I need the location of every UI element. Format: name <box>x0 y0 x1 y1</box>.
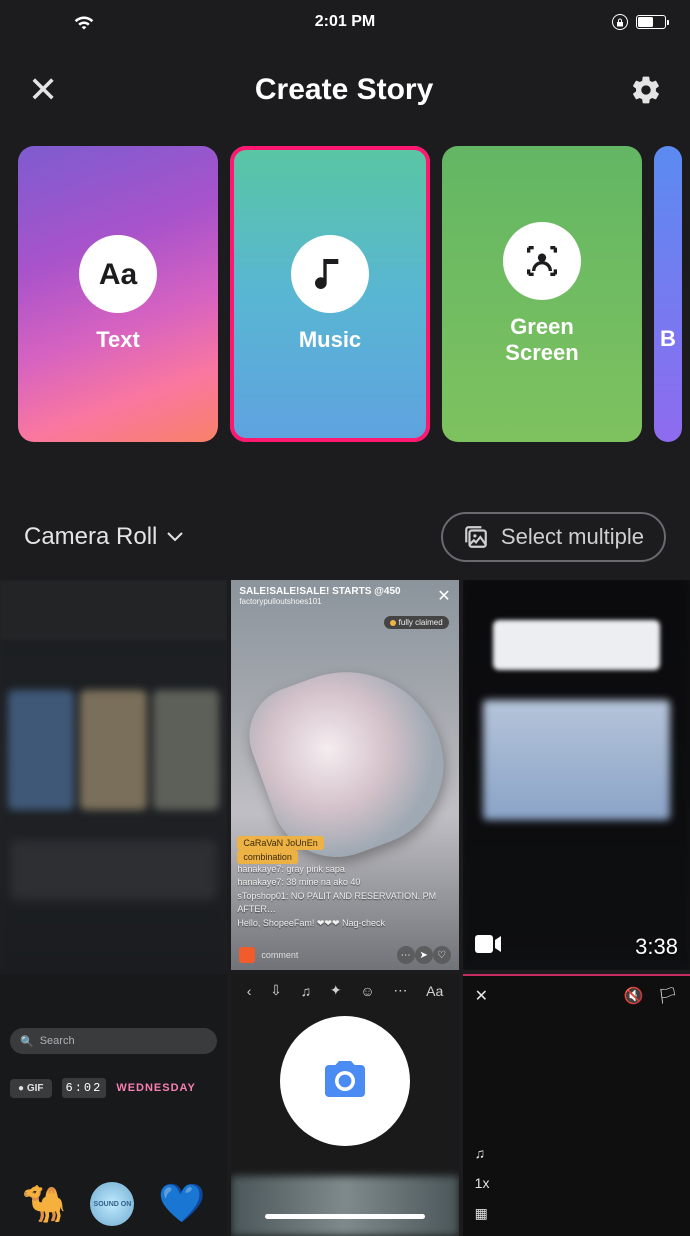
card-label: Music <box>299 327 361 353</box>
media-thumb[interactable]: 🔍Search ● GIF 6:02 WEDNESDAY 🐪 SOUND ON … <box>0 974 227 1236</box>
close-icon[interactable]: ✕ <box>28 72 58 108</box>
more-icon: ⋯ <box>393 982 407 999</box>
music-icon: ♫ <box>475 1145 490 1161</box>
select-multiple-label: Select multiple <box>501 524 644 550</box>
flag-icon: 🏳 <box>658 986 678 1006</box>
settings-icon[interactable] <box>630 74 662 106</box>
camera-icon <box>321 1057 369 1105</box>
card-label: Text <box>96 327 140 353</box>
music-icon <box>291 235 369 313</box>
volume-off-icon: 🔇 <box>624 986 644 1006</box>
card-music[interactable]: Music <box>230 146 430 442</box>
select-multiple-button[interactable]: Select multiple <box>441 512 666 562</box>
green-screen-icon <box>503 222 581 300</box>
text-icon: Aa <box>79 235 157 313</box>
media-thumb[interactable]: SALE!SALE!SALE! STARTS @450 factorypullo… <box>231 580 458 970</box>
page-title: Create Story <box>255 73 433 107</box>
close-icon: ✕ <box>475 986 488 1006</box>
download-icon: ⇩ <box>270 982 282 999</box>
wifi-icon <box>73 14 95 30</box>
layout-icon: ▦ <box>475 1205 490 1222</box>
card-green-screen[interactable]: Green Screen <box>442 146 642 442</box>
story-type-cards: Aa Text Music Green Screen B <box>0 128 690 442</box>
orientation-lock-icon <box>612 14 628 30</box>
close-icon: ✕ <box>437 586 450 606</box>
source-row: Camera Roll Select multiple <box>0 442 690 580</box>
media-grid: SALE!SALE!SALE! STARTS @450 factorypullo… <box>0 580 690 1236</box>
sound-on-sticker-icon: SOUND ON <box>90 1182 134 1226</box>
media-thumb[interactable]: ✕ 🔇 🏳 ♫ 1x ▦ <box>463 974 690 1236</box>
svg-text:Aa: Aa <box>99 258 138 291</box>
header: ✕ Create Story <box>0 44 690 128</box>
card-boomerang[interactable]: B <box>654 146 682 442</box>
card-label: Green Screen <box>505 314 578 367</box>
camel-sticker-icon: 🐪 <box>22 1183 67 1225</box>
text-icon: Aa <box>426 983 443 999</box>
back-icon: ‹ <box>247 983 252 999</box>
battery-icon <box>636 15 666 29</box>
camera-roll-label: Camera Roll <box>24 523 157 551</box>
heart-sticker-icon: 💙 <box>158 1182 205 1226</box>
home-indicator <box>265 1214 425 1219</box>
chevron-down-icon <box>167 532 183 542</box>
smiley-icon: ☺ <box>360 983 374 999</box>
card-text[interactable]: Aa Text <box>18 146 218 442</box>
music-icon: ♫ <box>301 983 312 999</box>
camera-roll-dropdown[interactable]: Camera Roll <box>24 523 183 551</box>
status-bar: 2:01 PM <box>0 0 690 44</box>
card-label: B <box>660 326 676 352</box>
speed-label: 1x <box>475 1175 490 1191</box>
media-thumb[interactable]: 3:38 <box>463 580 690 970</box>
media-thumb[interactable]: ‹ ⇩ ♫ ✦ ☺ ⋯ Aa <box>231 974 458 1236</box>
video-icon <box>475 935 501 958</box>
sparkle-icon: ✦ <box>330 982 342 999</box>
status-time: 2:01 PM <box>144 13 546 31</box>
shutter-button <box>280 1016 410 1146</box>
media-thumb[interactable] <box>0 580 227 970</box>
video-duration: 3:38 <box>635 934 678 960</box>
gallery-icon <box>463 524 489 550</box>
